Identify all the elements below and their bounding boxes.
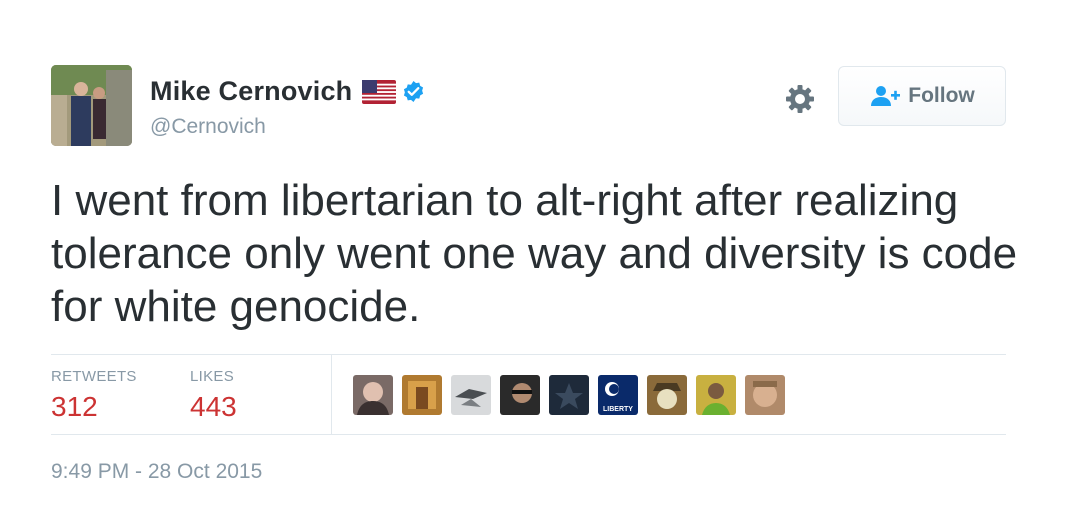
stats-bottom-divider <box>51 434 1006 435</box>
likes-count[interactable]: 443 <box>190 391 237 423</box>
liker-avatar[interactable]: LIBERTY <box>598 375 638 415</box>
liker-avatar[interactable] <box>647 375 687 415</box>
liker-badge-text: LIBERTY <box>603 406 633 413</box>
tweet-text: I went from libertarian to alt-right aft… <box>51 176 1018 331</box>
us-flag-icon <box>362 79 397 104</box>
follow-button-label: Follow <box>908 84 975 107</box>
liker-avatar[interactable] <box>353 375 393 415</box>
liker-avatar[interactable] <box>745 375 785 415</box>
liker-avatar[interactable] <box>451 375 491 415</box>
liker-avatar[interactable] <box>549 375 589 415</box>
retweets-count[interactable]: 312 <box>51 391 98 423</box>
profile-avatar[interactable] <box>51 65 132 146</box>
avatar-photo <box>51 65 132 146</box>
liker-avatar[interactable] <box>696 375 736 415</box>
follow-button[interactable]: Follow <box>838 66 1006 126</box>
retweets-label: RETWEETS <box>51 368 137 385</box>
author-handle[interactable]: @Cernovich <box>150 115 266 139</box>
tweet-timestamp[interactable]: 9:49 PM - 28 Oct 2015 <box>51 460 262 484</box>
stats-top-divider <box>51 354 1006 355</box>
verified-badge-icon <box>402 80 425 103</box>
liker-avatar[interactable] <box>402 375 442 415</box>
stats-vertical-divider <box>331 355 332 434</box>
add-user-icon <box>869 85 901 107</box>
author-name-row: Mike Cernovich <box>150 76 425 107</box>
gear-icon[interactable] <box>784 83 816 115</box>
liker-avatars: LIBERTY <box>353 375 794 415</box>
liker-avatar[interactable] <box>500 375 540 415</box>
likes-label: LIKES <box>190 368 235 385</box>
author-display-name[interactable]: Mike Cernovich <box>150 76 352 107</box>
